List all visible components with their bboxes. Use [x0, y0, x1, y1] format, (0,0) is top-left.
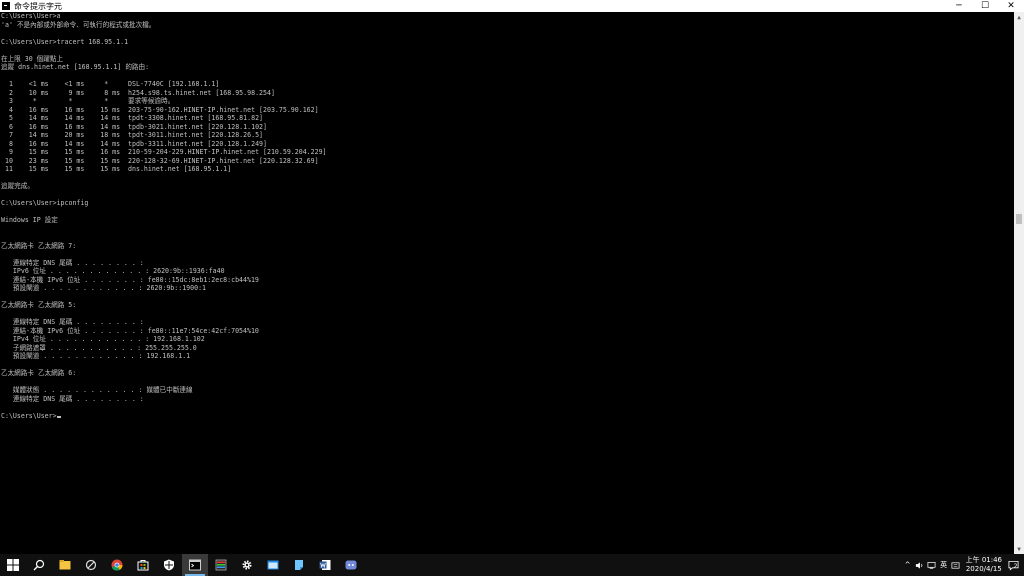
console-line: C:\Users\User>tracert 168.95.1.1 [1, 37, 129, 46]
ime-mode-icon[interactable] [950, 554, 962, 576]
app-icon [85, 559, 97, 571]
media-button[interactable] [208, 554, 234, 576]
gear-icon [242, 560, 252, 570]
console-line: 乙太網路卡 乙太網路 7: [1, 241, 77, 250]
taskbar-clock[interactable]: 上午 01:46 2020/4/15 [962, 556, 1006, 574]
chevron-up-icon[interactable]: ^ [902, 554, 914, 576]
notification-count: 2 [1013, 562, 1018, 570]
console-line: Windows IP 設定 [1, 216, 58, 224]
console-output[interactable]: C:\Users\User>a 'a' 不是內部或外部命令、可執行的程式或批次檔… [0, 12, 1014, 554]
command-prompt-icon [189, 559, 201, 571]
notification-center-button[interactable]: 2 [1006, 554, 1024, 576]
chrome-icon [111, 559, 123, 571]
console-line: 11 15 ms 15 ms 15 ms dns.hinet.net [168.… [1, 165, 232, 173]
clock-time: 上午 01:46 [965, 556, 1002, 564]
shield-icon [164, 559, 174, 571]
word-icon [319, 560, 331, 570]
scroll-down-icon[interactable]: ▼ [1014, 544, 1024, 554]
discord-icon [345, 560, 357, 570]
folder-icon [59, 560, 71, 570]
notes-button[interactable] [286, 554, 312, 576]
taskbar-app-button[interactable] [78, 554, 104, 576]
console-line: 連線特定 DNS 尾碼 . . . . . . . . : [1, 258, 144, 267]
title-bar: 命令提示字元 ─ ☐ ✕ [0, 0, 1024, 12]
console-line: 4 16 ms 16 ms 15 ms 203-75-90-162.HINET-… [1, 105, 319, 114]
notes-icon [295, 560, 303, 570]
console-line: 連線特定 DNS 尾碼 . . . . . . . . : [1, 394, 144, 403]
window-title: 命令提示字元 [14, 1, 62, 11]
console-line: 媒體狀態 . . . . . . . . . . . . : 媒體已中斷連線 [1, 386, 193, 394]
maximize-button[interactable]: ☐ [972, 0, 998, 12]
scroll-thumb[interactable] [1016, 214, 1022, 224]
console-line: 乙太網路卡 乙太網路 5: [1, 301, 77, 309]
console-line: 連結-本機 IPv6 位址 . . . . . . . : fe80::15dc… [1, 275, 259, 284]
vertical-scrollbar[interactable]: ▲ ▼ [1014, 12, 1024, 554]
app-window-icon [267, 560, 279, 570]
console-text: C:\Users\User>a 'a' 不是內部或外部命令、可執行的程式或批次檔… [0, 12, 1014, 420]
console-line: IPv6 位址 . . . . . . . . . . . . : 2620:9… [1, 267, 225, 275]
settings-button[interactable] [234, 554, 260, 576]
start-button[interactable] [0, 554, 26, 576]
security-button[interactable] [156, 554, 182, 576]
console-line: 追蹤 dns.hinet.net [168.95.1.1] 的路由: [1, 63, 150, 71]
console-line: IPv4 位址 . . . . . . . . . . . . : 192.16… [1, 335, 205, 343]
console-line: 6 16 ms 16 ms 14 ms tpdb-3021.hinet.net … [1, 122, 267, 131]
minimize-button[interactable]: ─ [946, 0, 972, 12]
console-line: C:\Users\User>ipconfig [1, 199, 89, 207]
app-window-button[interactable] [260, 554, 286, 576]
start-icon [7, 559, 19, 571]
taskbar: ^ 英 上午 01:46 2020/4/15 2 [0, 554, 1024, 576]
console-line: 1 <1 ms <1 ms * DSL-7740C [192.168.1.1] [1, 80, 220, 88]
text-cursor [56, 415, 61, 418]
close-button[interactable]: ✕ [998, 0, 1024, 12]
scroll-up-icon[interactable]: ▲ [1014, 12, 1024, 22]
cmd-app-icon [2, 2, 10, 10]
console-line: 10 23 ms 15 ms 15 ms 220-128-32-69.HINET… [1, 156, 319, 165]
clock-date: 2020/4/15 [965, 565, 1002, 573]
volume-icon[interactable] [914, 554, 926, 576]
console-line: 'a' 不是內部或外部命令、可執行的程式或批次檔。 [1, 20, 156, 29]
store-button[interactable] [130, 554, 156, 576]
console-line: 3 * * * 要求等候逾時。 [1, 97, 175, 105]
command-prompt-line[interactable]: C:\Users\User> [1, 412, 57, 420]
console-line: 連結-本機 IPv6 位址 . . . . . . . : fe80::11e7… [1, 326, 259, 335]
console-line: 連線特定 DNS 尾碼 . . . . . . . . : [1, 318, 144, 326]
search-icon [33, 559, 45, 571]
console-line: 5 14 ms 14 ms 14 ms tpdt-3308.hinet.net … [1, 114, 264, 122]
ime-indicator[interactable]: 英 [938, 554, 950, 576]
console-line: 預設閘道 . . . . . . . . . . . . : 192.168.1… [1, 352, 191, 360]
console-line: 追蹤完成。 [1, 182, 34, 190]
file-explorer-button[interactable] [52, 554, 78, 576]
search-button[interactable] [26, 554, 52, 576]
discord-button[interactable] [338, 554, 364, 576]
console-line: 預設閘道 . . . . . . . . . . . . : 2620:9b::… [1, 284, 207, 292]
console-line: C:\Users\User>a [1, 12, 61, 20]
console-line: 2 10 ms 9 ms 8 ms h254.s98.ts.hinet.net … [1, 88, 275, 97]
system-tray: ^ 英 上午 01:46 2020/4/15 2 [902, 554, 1024, 576]
media-icon [215, 559, 227, 571]
console-line: 在上限 30 個躍點上 [1, 54, 64, 63]
network-icon[interactable] [926, 554, 938, 576]
console-line: 7 14 ms 20 ms 18 ms tpdt-3011.hinet.net … [1, 131, 264, 139]
word-button[interactable] [312, 554, 338, 576]
console-line: 子網路遮罩 . . . . . . . . . . . : 255.255.25… [1, 343, 197, 352]
store-icon [137, 560, 149, 571]
chrome-button[interactable] [104, 554, 130, 576]
console-line: 乙太網路卡 乙太網路 6: [1, 369, 77, 377]
console-line: 8 16 ms 14 ms 14 ms tpdb-3311.hinet.net … [1, 139, 267, 148]
command-prompt-button[interactable] [182, 554, 208, 576]
console-line: 9 15 ms 15 ms 16 ms 210-59-204-229.HINET… [1, 148, 327, 156]
